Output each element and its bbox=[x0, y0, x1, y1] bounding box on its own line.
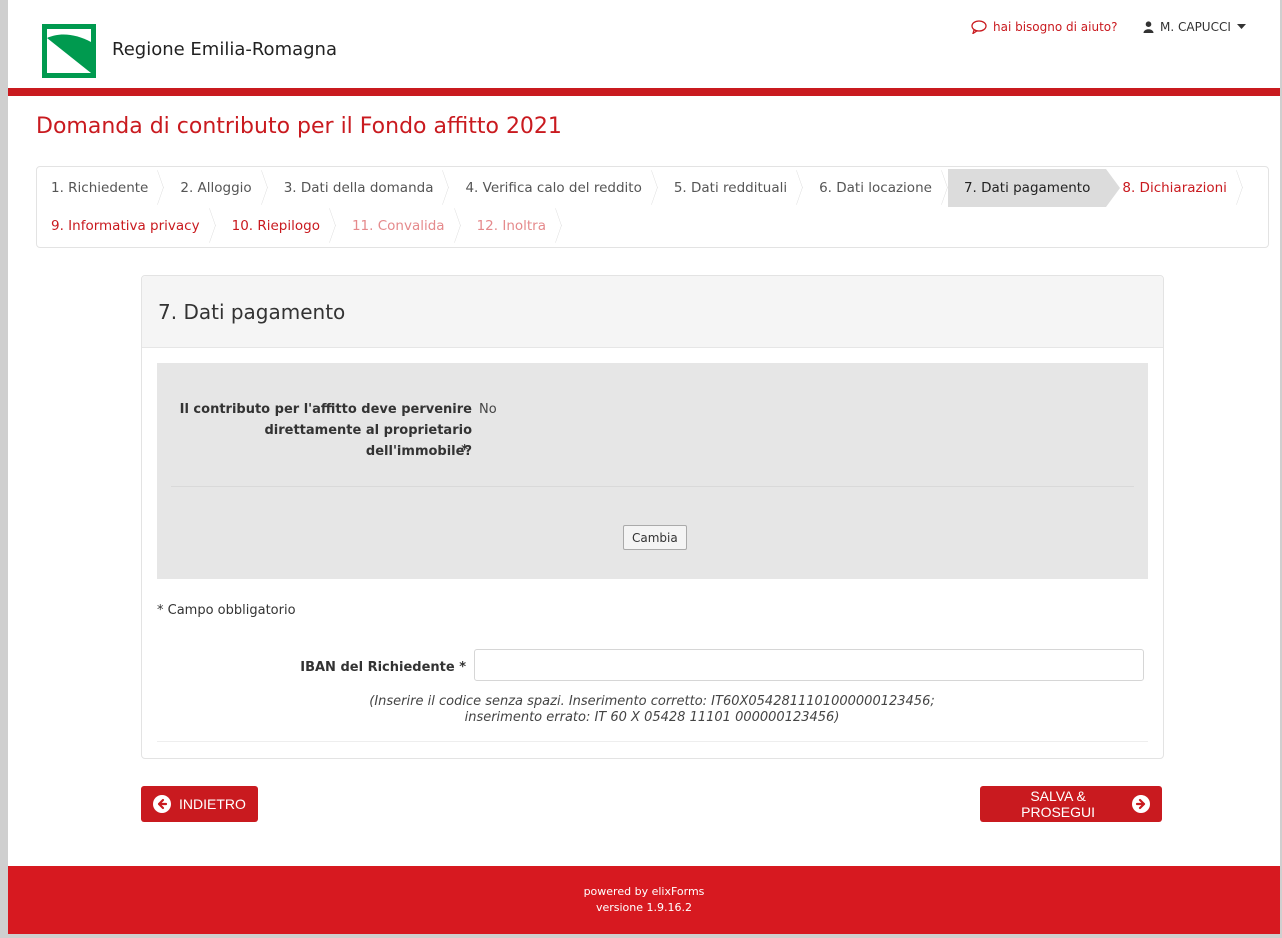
speech-bubble-icon bbox=[971, 20, 987, 34]
owner-answer: No bbox=[479, 402, 497, 417]
help-link[interactable]: hai bisogno di aiuto? bbox=[971, 20, 1118, 34]
step-2[interactable]: 2. Alloggio bbox=[164, 169, 267, 207]
step-7[interactable]: 7. Dati pagamento bbox=[947, 169, 1121, 207]
iban-help-line-1: (Inserire il codice senza spazi. Inserim… bbox=[369, 694, 935, 709]
step-5[interactable]: 5. Dati reddituali bbox=[658, 169, 803, 207]
step-4[interactable]: 4. Verifica calo del reddito bbox=[449, 169, 657, 207]
brand-name: Regione Emilia-Romagna bbox=[112, 39, 337, 60]
step-8[interactable]: 8. Dichiarazioni bbox=[1106, 169, 1243, 207]
step-9[interactable]: 9. Informativa privacy bbox=[37, 207, 216, 245]
back-label: INDIETRO bbox=[179, 796, 246, 812]
step-6[interactable]: 6. Dati locazione bbox=[803, 169, 948, 207]
owner-payment-box: Il contributo per l'affitto deve perveni… bbox=[157, 363, 1148, 579]
iban-help-text: (Inserire il codice senza spazi. Inserim… bbox=[302, 694, 1002, 726]
footer-version: versione 1.9.16.2 bbox=[595, 901, 693, 914]
step-1[interactable]: 1. Richiedente bbox=[37, 169, 164, 207]
arrow-left-circle-icon bbox=[153, 795, 171, 813]
help-label: hai bisogno di aiuto? bbox=[993, 20, 1118, 34]
owner-question-line-1: Il contributo per l'affitto deve perveni… bbox=[179, 402, 472, 417]
caret-down-icon bbox=[1236, 24, 1246, 29]
step-10[interactable]: 10. Riepilogo bbox=[216, 207, 336, 245]
left-border bbox=[0, 0, 8, 938]
user-name: M. CAPUCCI bbox=[1160, 20, 1231, 34]
payment-panel: 7. Dati pagamento Il contributo per l'af… bbox=[141, 275, 1164, 759]
step-11: 11. Convalida bbox=[336, 207, 461, 245]
header: Regione Emilia-Romagna hai bisogno di ai… bbox=[8, 0, 1280, 88]
panel-divider bbox=[157, 741, 1148, 742]
footer-powered-by: powered by elixForms bbox=[583, 885, 705, 898]
panel-heading: 7. Dati pagamento bbox=[142, 276, 1163, 348]
back-button[interactable]: INDIETRO bbox=[141, 786, 258, 822]
bottom-border bbox=[0, 934, 1282, 938]
steps-row-2: 9. Informativa privacy 10. Riepilogo 11. C… bbox=[37, 207, 562, 245]
page-title: Domanda di contributo per il Fondo affit… bbox=[36, 114, 562, 139]
footer: powered by elixForms versione 1.9.16.2 bbox=[8, 866, 1280, 934]
change-button[interactable]: Cambia bbox=[623, 525, 687, 550]
save-continue-button[interactable]: SALVA & PROSEGUI bbox=[980, 786, 1162, 822]
save-label: SALVA & PROSEGUI bbox=[1021, 788, 1096, 820]
required-mark: * bbox=[461, 443, 468, 458]
arrow-right-circle-icon bbox=[1132, 795, 1150, 813]
panel-title: 7. Dati pagamento bbox=[158, 300, 346, 324]
step-3[interactable]: 3. Dati della domanda bbox=[268, 169, 450, 207]
required-field-note: * Campo obbligatorio bbox=[157, 603, 296, 618]
region-logo-icon bbox=[42, 24, 96, 78]
user-icon bbox=[1143, 21, 1154, 33]
step-12: 12. Inoltra bbox=[461, 207, 562, 245]
iban-label: IBAN del Richiedente * bbox=[300, 660, 466, 675]
owner-divider bbox=[171, 486, 1134, 487]
steps-row-1: 1. Richiedente 2. Alloggio 3. Dati della d… bbox=[37, 169, 1243, 207]
header-divider bbox=[8, 88, 1280, 96]
user-menu[interactable]: M. CAPUCCI bbox=[1143, 20, 1246, 34]
wizard-steps: 1. Richiedente 2. Alloggio 3. Dati della d… bbox=[36, 166, 1269, 248]
iban-input[interactable] bbox=[474, 649, 1144, 681]
iban-help-line-2: inserimento errato: IT 60 X 05428 11101 … bbox=[464, 710, 840, 725]
